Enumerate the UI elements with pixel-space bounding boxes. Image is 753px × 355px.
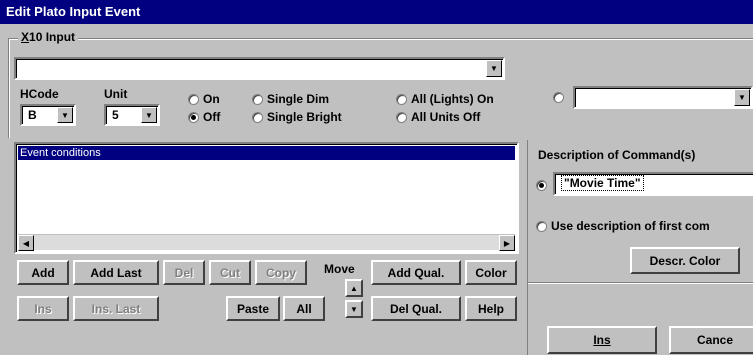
paste-button[interactable]: Paste [226, 296, 280, 321]
radio-single-dim-icon [252, 93, 263, 105]
radio-all-lights-on-icon [396, 93, 407, 105]
move-up-icon[interactable]: ▲ [345, 279, 363, 297]
radio-custom-description-selected-icon [536, 180, 547, 191]
event-conditions-scrollbar[interactable]: ◀ ▶ [18, 234, 515, 251]
unit-select[interactable]: 5 ▼ [104, 104, 160, 126]
extra-combo-arrow-icon[interactable]: ▼ [734, 89, 750, 106]
radio-extra[interactable] [553, 92, 564, 103]
event-conditions-list[interactable]: Event conditions ◀ ▶ [14, 142, 519, 254]
x10-device-combo[interactable]: ▼ [14, 57, 505, 80]
del-qual-button[interactable]: Del Qual. [371, 296, 461, 321]
radio-single-bright[interactable]: Single Bright [252, 110, 342, 124]
ins-last-button[interactable]: Ins. Last [73, 296, 159, 321]
panel-divider [528, 282, 753, 284]
move-down-icon[interactable]: ▼ [345, 300, 363, 318]
scroll-left-icon[interactable]: ◀ [18, 235, 34, 251]
copy-button[interactable]: Copy [255, 260, 307, 285]
add-last-button[interactable]: Add Last [73, 260, 159, 285]
x10-device-combo-arrow-icon[interactable]: ▼ [486, 60, 502, 77]
scroll-right-icon[interactable]: ▶ [499, 235, 515, 251]
hcode-label: HCode [20, 87, 59, 101]
radio-all-units-off-icon [396, 111, 407, 123]
radio-use-first-description[interactable]: Use description of first com [536, 219, 710, 233]
ins-button[interactable]: Ins [17, 296, 69, 321]
move-label: Move [324, 262, 355, 276]
radio-all-units-off[interactable]: All Units Off [396, 110, 480, 124]
radio-off-selected-icon [188, 111, 199, 123]
hcode-value: B [28, 108, 37, 122]
all-button[interactable]: All [283, 296, 325, 321]
cut-button[interactable]: Cut [209, 260, 251, 285]
x10-input-group-label: X10 Input [18, 30, 79, 44]
descr-color-button[interactable]: Descr. Color [630, 247, 740, 274]
radio-on-icon [188, 93, 199, 105]
description-input-value: "Movie Time" [561, 175, 644, 191]
radio-single-dim[interactable]: Single Dim [252, 92, 329, 106]
window-title: Edit Plato Input Event [0, 0, 753, 24]
unit-label: Unit [104, 87, 128, 101]
radio-use-first-description-icon [536, 220, 547, 232]
radio-single-bright-icon [252, 111, 263, 123]
add-button[interactable]: Add [17, 260, 69, 285]
radio-custom-description[interactable] [536, 180, 547, 191]
description-input[interactable]: "Movie Time" [553, 172, 753, 196]
add-qual-button[interactable]: Add Qual. [371, 260, 461, 285]
radio-off[interactable]: Off [188, 110, 220, 124]
hcode-select[interactable]: B ▼ [20, 104, 76, 126]
radio-on[interactable]: On [188, 92, 220, 106]
unit-value: 5 [112, 108, 119, 122]
event-conditions-header: Event conditions [18, 146, 515, 160]
description-label: Description of Command(s) [538, 148, 696, 162]
radio-all-lights-on[interactable]: All (Lights) On [396, 92, 494, 106]
radio-extra-icon [553, 92, 564, 103]
hcode-arrow-icon[interactable]: ▼ [57, 107, 73, 123]
del-button[interactable]: Del [163, 260, 205, 285]
dialog-ins-button[interactable]: Ins [547, 326, 657, 354]
color-button[interactable]: Color [465, 260, 517, 285]
help-button[interactable]: Help [465, 296, 517, 321]
dialog-cancel-button[interactable]: Cance [669, 326, 753, 354]
extra-combo[interactable]: ▼ [573, 86, 753, 109]
unit-arrow-icon[interactable]: ▼ [141, 107, 157, 123]
